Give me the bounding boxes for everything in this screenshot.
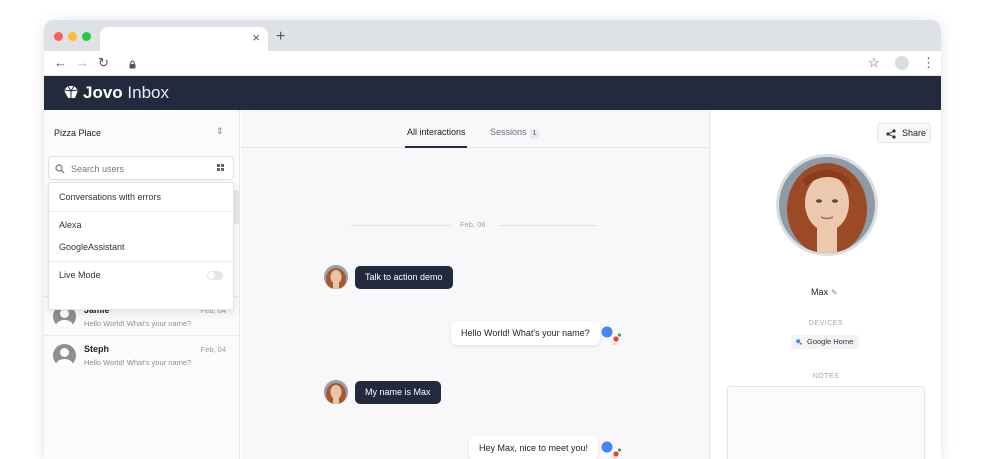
maximize-window-dot[interactable]	[82, 32, 91, 41]
search-icon	[55, 161, 65, 179]
tab-sessions[interactable]: Sessions 1	[490, 127, 540, 139]
assistant-message-bubble: Hello World! What's your name?	[451, 321, 600, 345]
date-divider: Feb, 08	[460, 220, 486, 229]
avatar	[53, 344, 76, 367]
user-last-message: Hello World! What's your name?	[84, 358, 192, 367]
user-avatar-photo	[324, 265, 348, 289]
dropdown-item-errors[interactable]: Conversations with errors	[59, 192, 161, 202]
edit-pencil-icon[interactable]: ✎	[831, 288, 838, 297]
tab-bar: × +	[44, 20, 941, 51]
user-last-message: Hello World! What's your name?	[84, 319, 192, 328]
divider	[499, 225, 597, 226]
jovo-logo-icon	[63, 85, 79, 98]
sessions-count-badge: 1	[529, 129, 540, 139]
browser-toolbar: ← → ↻ ☆ ⋮	[44, 51, 941, 76]
user-list-item[interactable]: Steph Hello World! What's your name? Feb…	[44, 335, 240, 374]
live-mode-label: Live Mode	[59, 270, 101, 280]
new-tab-button[interactable]: +	[276, 28, 285, 46]
profile-name-text: Max	[811, 287, 829, 297]
user-name: Steph	[84, 344, 110, 354]
user-date: Feb, 04	[200, 345, 226, 354]
logo-light-text: Inbox	[127, 83, 170, 102]
search-input[interactable]: Search users	[48, 156, 234, 180]
minimize-window-dot[interactable]	[68, 32, 77, 41]
live-mode-toggle[interactable]	[207, 271, 223, 280]
device-name: Google Home	[807, 337, 854, 346]
reload-icon[interactable]: ↻	[98, 55, 109, 71]
device-chip: Google Home	[791, 335, 860, 349]
active-tab-indicator	[405, 146, 467, 148]
logo-bold-text: Jovo	[83, 83, 123, 102]
divider	[351, 225, 451, 226]
selected-row-strip	[234, 190, 240, 224]
notes-textarea[interactable]	[727, 386, 925, 459]
user-message-bubble: My name is Max	[355, 381, 441, 404]
dropdown-item-alexa[interactable]: Alexa	[59, 220, 82, 230]
devices-heading: DEVICES	[808, 320, 844, 327]
browser-tab[interactable]: ×	[100, 27, 268, 51]
lock-icon	[129, 57, 136, 73]
divider	[49, 261, 233, 262]
project-selector[interactable]: Pizza Place	[54, 128, 101, 138]
conversation-tabs: All interactions Sessions 1	[241, 110, 709, 148]
chevron-updown-icon[interactable]: ⇕	[216, 126, 224, 136]
close-window-dot[interactable]	[54, 32, 63, 41]
google-assistant-icon	[796, 339, 802, 345]
sidebar: Pizza Place ⇕ Jamie Hello World! What's …	[44, 110, 240, 459]
tab-all-interactions[interactable]: All interactions	[407, 127, 466, 137]
bookmark-star-icon[interactable]: ☆	[868, 55, 880, 71]
share-icon	[886, 129, 896, 139]
app-main: Pizza Place ⇕ Jamie Hello World! What's …	[44, 110, 941, 459]
share-button[interactable]: Share	[877, 123, 931, 143]
notes-heading: NOTES	[812, 373, 840, 380]
forward-icon[interactable]: →	[76, 55, 89, 71]
profile-panel: Share Max ✎ DEVICES Google Home NOTES	[711, 110, 941, 459]
menu-icon[interactable]: ⋮	[922, 55, 935, 71]
close-tab-icon[interactable]: ×	[252, 31, 260, 45]
google-assistant-icon	[601, 441, 622, 459]
share-label: Share	[902, 128, 927, 138]
app-logo[interactable]: Jovo Inbox	[62, 84, 169, 102]
app-header: Jovo Inbox	[44, 76, 941, 110]
user-message-bubble: Talk to action demo	[355, 266, 453, 289]
google-assistant-icon	[601, 326, 622, 345]
back-icon[interactable]: ←	[54, 55, 67, 71]
profile-name: Max ✎	[811, 287, 838, 297]
user-avatar-photo	[324, 380, 348, 404]
divider	[49, 211, 233, 212]
conversation-panel: All interactions Sessions 1 Feb, 08 Talk …	[241, 110, 710, 459]
browser-window: × + ← → ↻ ☆ ⋮ Jovo Inbox Pizza Place ⇕ J…	[44, 20, 941, 459]
assistant-message-bubble: Hey Max, nice to meet you!	[469, 436, 599, 459]
profile-avatar[interactable]	[895, 56, 909, 70]
filter-dropdown: Conversations with errors Alexa GoogleAs…	[48, 182, 234, 310]
tab-sessions-label: Sessions	[490, 127, 527, 137]
search-placeholder: Search users	[71, 164, 125, 174]
filter-icon[interactable]	[216, 163, 225, 174]
dropdown-item-googleassistant[interactable]: GoogleAssistant	[59, 242, 125, 252]
profile-photo	[776, 154, 878, 256]
